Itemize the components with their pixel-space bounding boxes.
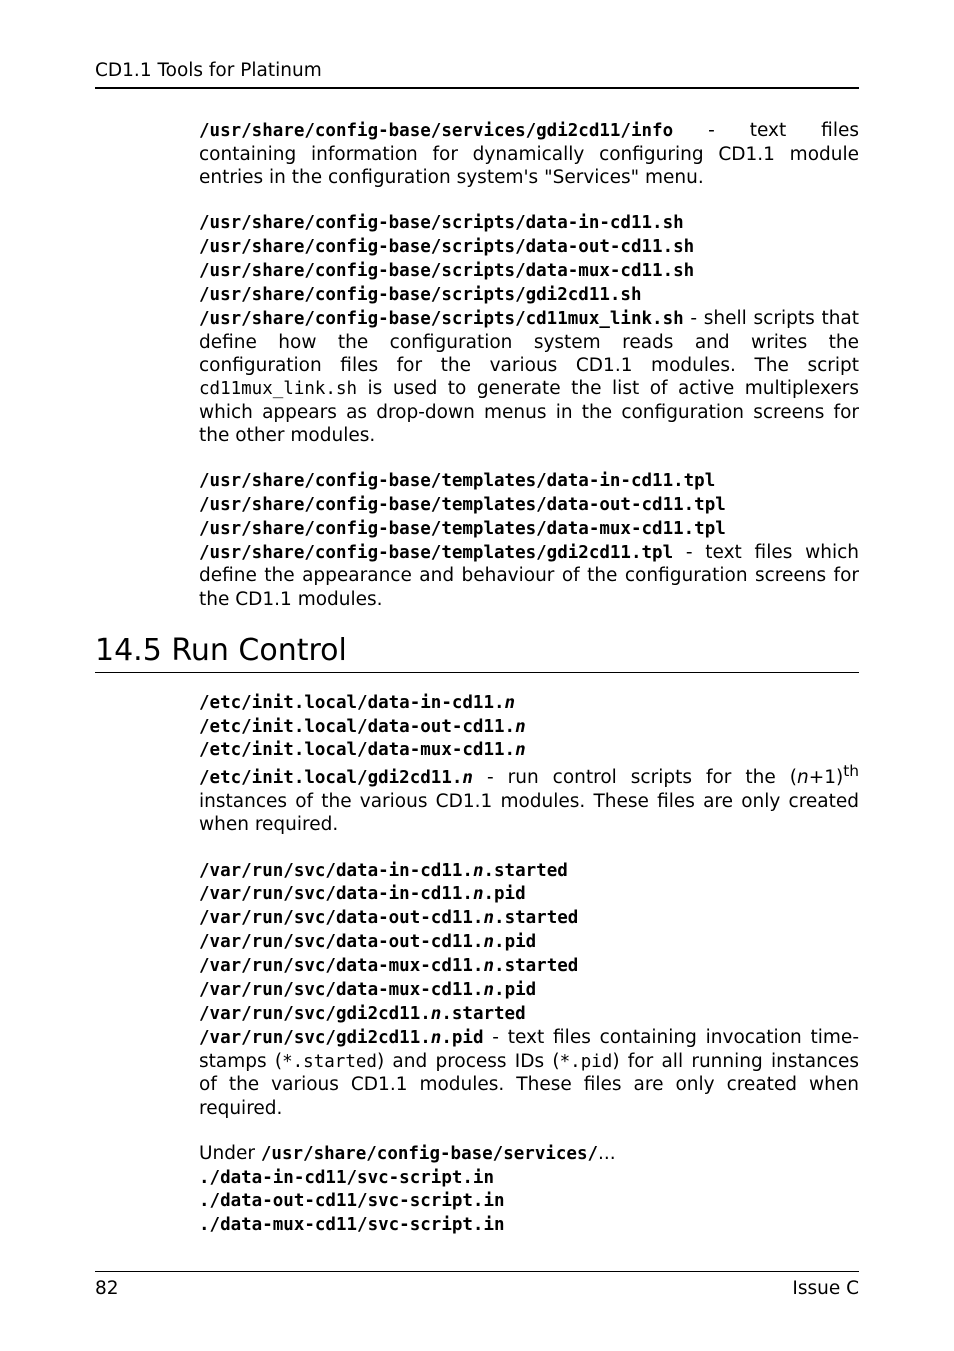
issue-label: Issue C bbox=[792, 1278, 859, 1299]
path: /usr/share/config-base/scripts/data-mux-… bbox=[199, 261, 694, 281]
text: run control scripts for the ( bbox=[508, 767, 797, 788]
para-var-run: /var/run/svc/data-in-cd11.n.started /var… bbox=[199, 859, 859, 1120]
text: ... bbox=[598, 1143, 616, 1164]
sep: - bbox=[673, 120, 750, 141]
path: .started bbox=[494, 956, 578, 976]
path: /usr/share/config-base/templates/data-in… bbox=[199, 471, 715, 491]
inline-code: cd11mux_link.sh bbox=[199, 379, 357, 399]
path-var: n bbox=[505, 693, 516, 713]
path: /usr/share/config-base/templates/data-ou… bbox=[199, 495, 726, 515]
path-var: n bbox=[431, 1004, 442, 1024]
para-init-local: /etc/init.local/data-in-cd11.n /etc/init… bbox=[199, 691, 859, 837]
section-title: 14.5 Run Control bbox=[95, 633, 347, 668]
path: /usr/share/config-base/scripts/cd11mux_l… bbox=[199, 309, 684, 329]
path: /usr/share/config-base/services/ bbox=[261, 1144, 598, 1164]
path: /usr/share/config-base/scripts/data-in-c… bbox=[199, 213, 684, 233]
path: ./data-out-cd11/svc-script.in bbox=[199, 1191, 505, 1211]
inline-code: *.pid bbox=[560, 1052, 613, 1072]
sep: - bbox=[473, 767, 508, 788]
text: Under bbox=[199, 1143, 261, 1164]
path: /usr/share/config-base/templates/gdi2cd1… bbox=[199, 543, 673, 563]
sep: - bbox=[484, 1027, 508, 1048]
path-var: n bbox=[483, 956, 494, 976]
path: ./data-in-cd11/svc-script.in bbox=[199, 1168, 494, 1188]
page-footer: 82 Issue C bbox=[95, 1271, 859, 1299]
path: /etc/init.local/data-out-cd11. bbox=[199, 717, 515, 737]
section-heading-run-control: 14.5 Run Control bbox=[95, 633, 859, 673]
path-var: n bbox=[462, 768, 473, 788]
path-var: n bbox=[515, 740, 526, 760]
path: /var/run/svc/data-mux-cd11. bbox=[199, 956, 483, 976]
path-var: n bbox=[473, 861, 484, 881]
para-templates: /usr/share/config-base/templates/data-in… bbox=[199, 469, 859, 611]
path: /etc/init.local/data-mux-cd11. bbox=[199, 740, 515, 760]
path: /usr/share/config-base/scripts/data-out-… bbox=[199, 237, 694, 257]
sep: - bbox=[673, 542, 705, 563]
path-var: n bbox=[483, 908, 494, 928]
var-n: n bbox=[797, 767, 809, 788]
path: /usr/share/config-base/scripts/gdi2cd11.… bbox=[199, 285, 642, 305]
path-var: n bbox=[515, 717, 526, 737]
inline-code: *.started bbox=[282, 1052, 377, 1072]
path: /var/run/svc/gdi2cd11. bbox=[199, 1004, 431, 1024]
path: /etc/init.local/gdi2cd11. bbox=[199, 768, 462, 788]
path: ./data-mux-cd11/svc-script.in bbox=[199, 1215, 505, 1235]
para-scripts: /usr/share/config-base/scripts/data-in-c… bbox=[199, 211, 859, 447]
path: .pid bbox=[494, 980, 536, 1000]
path: /var/run/svc/data-in-cd11. bbox=[199, 861, 473, 881]
path: /usr/share/config-base/templates/data-mu… bbox=[199, 519, 726, 539]
path-var: n bbox=[483, 980, 494, 1000]
path: .pid bbox=[494, 932, 536, 952]
path: /var/run/svc/data-mux-cd11. bbox=[199, 980, 483, 1000]
text: instances of the various CD1.1 modules. … bbox=[199, 791, 859, 835]
text: ) and process IDs ( bbox=[377, 1051, 560, 1072]
sep: - bbox=[684, 308, 704, 329]
path: .started bbox=[441, 1004, 525, 1024]
header-title: CD1.1 Tools for Platinum bbox=[95, 60, 322, 81]
sup-th: th bbox=[843, 762, 859, 780]
path-var: n bbox=[473, 884, 484, 904]
path: /var/run/svc/data-out-cd11. bbox=[199, 908, 483, 928]
path-var: n bbox=[483, 932, 494, 952]
path: .started bbox=[483, 861, 567, 881]
path: .pid bbox=[441, 1028, 483, 1048]
path: .pid bbox=[483, 884, 525, 904]
page-number: 82 bbox=[95, 1278, 119, 1299]
running-header: CD1.1 Tools for Platinum bbox=[95, 60, 859, 89]
path-var: n bbox=[431, 1028, 442, 1048]
text: +1) bbox=[809, 767, 844, 788]
path: /var/run/svc/gdi2cd11. bbox=[199, 1028, 431, 1048]
path: /etc/init.local/data-in-cd11. bbox=[199, 693, 505, 713]
para-info-files: /usr/share/config-base/services/gdi2cd11… bbox=[199, 119, 859, 189]
path: /var/run/svc/data-out-cd11. bbox=[199, 932, 483, 952]
path: /var/run/svc/data-in-cd11. bbox=[199, 884, 473, 904]
path: .started bbox=[494, 908, 578, 928]
para-under-services: Under /usr/share/config-base/services/..… bbox=[199, 1142, 859, 1238]
path: /usr/share/config-base/services/gdi2cd11… bbox=[199, 121, 673, 141]
